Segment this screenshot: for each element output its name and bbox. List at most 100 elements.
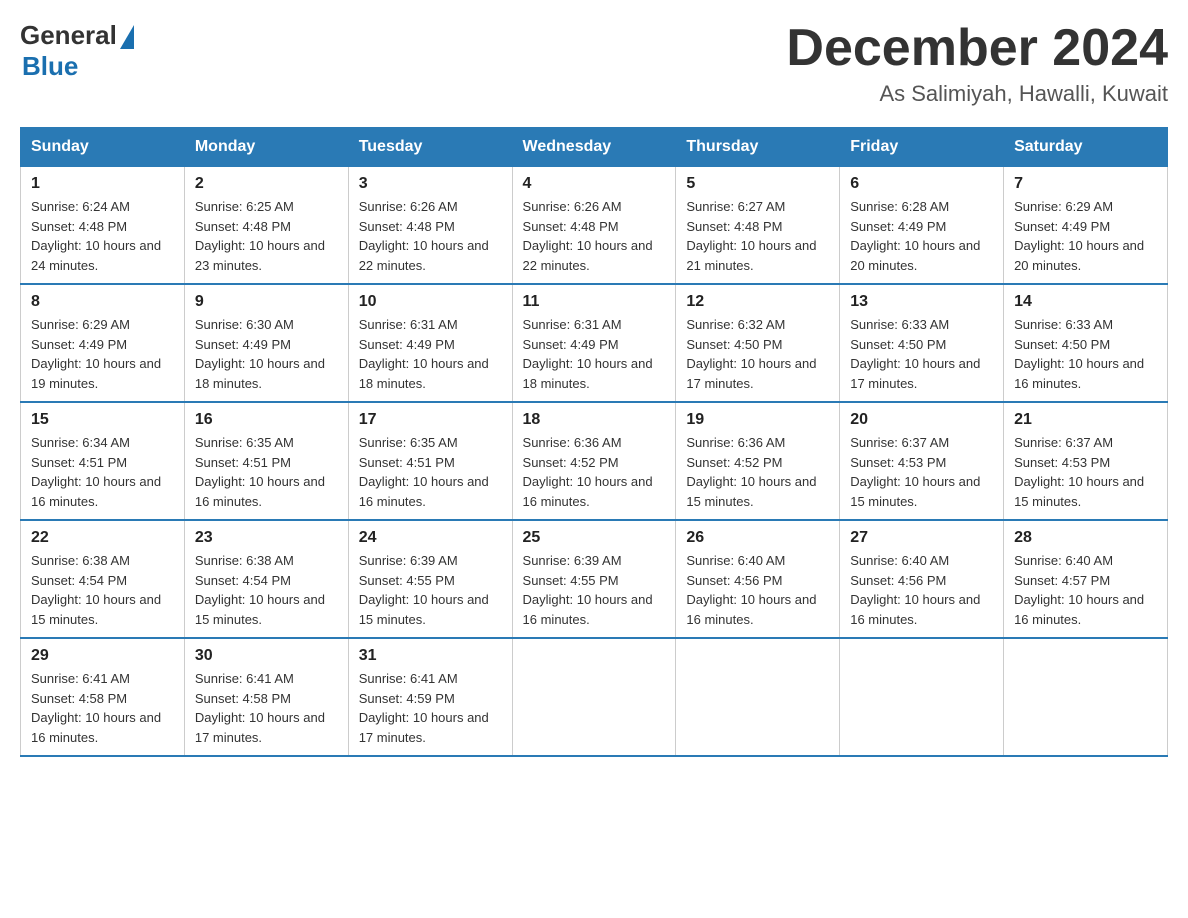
day-info: Sunrise: 6:36 AMSunset: 4:52 PMDaylight:… <box>686 433 829 511</box>
calendar-cell <box>676 638 840 756</box>
weekday-header-friday: Friday <box>840 128 1004 167</box>
day-info: Sunrise: 6:35 AMSunset: 4:51 PMDaylight:… <box>359 433 502 511</box>
day-number: 8 <box>31 293 174 311</box>
day-info: Sunrise: 6:38 AMSunset: 4:54 PMDaylight:… <box>31 551 174 629</box>
calendar-cell: 21 Sunrise: 6:37 AMSunset: 4:53 PMDayligh… <box>1004 402 1168 520</box>
day-number: 28 <box>1014 529 1157 547</box>
calendar-cell: 26 Sunrise: 6:40 AMSunset: 4:56 PMDayligh… <box>676 520 840 638</box>
day-number: 23 <box>195 529 338 547</box>
day-number: 31 <box>359 647 502 665</box>
day-number: 14 <box>1014 293 1157 311</box>
day-number: 1 <box>31 175 174 193</box>
day-info: Sunrise: 6:26 AMSunset: 4:48 PMDaylight:… <box>359 197 502 275</box>
day-info: Sunrise: 6:33 AMSunset: 4:50 PMDaylight:… <box>850 315 993 393</box>
calendar-body: 1 Sunrise: 6:24 AMSunset: 4:48 PMDaylight… <box>21 167 1168 757</box>
calendar-cell: 25 Sunrise: 6:39 AMSunset: 4:55 PMDayligh… <box>512 520 676 638</box>
day-number: 25 <box>523 529 666 547</box>
day-number: 19 <box>686 411 829 429</box>
day-number: 15 <box>31 411 174 429</box>
day-number: 11 <box>523 293 666 311</box>
logo: General Blue <box>20 20 134 82</box>
calendar-table: SundayMondayTuesdayWednesdayThursdayFrid… <box>20 127 1168 757</box>
calendar-cell: 28 Sunrise: 6:40 AMSunset: 4:57 PMDayligh… <box>1004 520 1168 638</box>
title-block: December 2024 As Salimiyah, Hawalli, Kuw… <box>786 20 1168 107</box>
day-number: 13 <box>850 293 993 311</box>
calendar-cell: 23Sunrise: 6:38 AMSunset: 4:54 PMDayligh… <box>184 520 348 638</box>
calendar-cell: 6 Sunrise: 6:28 AMSunset: 4:49 PMDaylight… <box>840 167 1004 285</box>
calendar-cell: 4 Sunrise: 6:26 AMSunset: 4:48 PMDaylight… <box>512 167 676 285</box>
logo-sub: General Blue <box>20 20 134 82</box>
day-info: Sunrise: 6:37 AMSunset: 4:53 PMDaylight:… <box>1014 433 1157 511</box>
calendar-cell: 15Sunrise: 6:34 AMSunset: 4:51 PMDayligh… <box>21 402 185 520</box>
day-info: Sunrise: 6:40 AMSunset: 4:56 PMDaylight:… <box>850 551 993 629</box>
day-info: Sunrise: 6:40 AMSunset: 4:56 PMDaylight:… <box>686 551 829 629</box>
day-number: 20 <box>850 411 993 429</box>
day-number: 12 <box>686 293 829 311</box>
day-info: Sunrise: 6:28 AMSunset: 4:49 PMDaylight:… <box>850 197 993 275</box>
logo-general-text: General <box>20 20 117 51</box>
day-number: 7 <box>1014 175 1157 193</box>
calendar-cell: 22 Sunrise: 6:38 AMSunset: 4:54 PMDayligh… <box>21 520 185 638</box>
day-number: 3 <box>359 175 502 193</box>
day-number: 29 <box>31 647 174 665</box>
calendar-cell: 2 Sunrise: 6:25 AMSunset: 4:48 PMDaylight… <box>184 167 348 285</box>
day-info: Sunrise: 6:27 AMSunset: 4:48 PMDaylight:… <box>686 197 829 275</box>
day-number: 6 <box>850 175 993 193</box>
calendar-cell: 1 Sunrise: 6:24 AMSunset: 4:48 PMDaylight… <box>21 167 185 285</box>
calendar-cell <box>512 638 676 756</box>
day-info: Sunrise: 6:29 AMSunset: 4:49 PMDaylight:… <box>1014 197 1157 275</box>
weekday-header-tuesday: Tuesday <box>348 128 512 167</box>
calendar-cell <box>1004 638 1168 756</box>
calendar-cell: 7 Sunrise: 6:29 AMSunset: 4:49 PMDaylight… <box>1004 167 1168 285</box>
day-number: 10 <box>359 293 502 311</box>
weekday-header-monday: Monday <box>184 128 348 167</box>
calendar-cell: 17 Sunrise: 6:35 AMSunset: 4:51 PMDayligh… <box>348 402 512 520</box>
calendar-cell: 29Sunrise: 6:41 AMSunset: 4:58 PMDayligh… <box>21 638 185 756</box>
calendar-cell: 5 Sunrise: 6:27 AMSunset: 4:48 PMDaylight… <box>676 167 840 285</box>
calendar-cell: 8Sunrise: 6:29 AMSunset: 4:49 PMDaylight… <box>21 284 185 402</box>
calendar-cell: 11Sunrise: 6:31 AMSunset: 4:49 PMDayligh… <box>512 284 676 402</box>
calendar-cell: 3 Sunrise: 6:26 AMSunset: 4:48 PMDaylight… <box>348 167 512 285</box>
day-info: Sunrise: 6:30 AMSunset: 4:49 PMDaylight:… <box>195 315 338 393</box>
weekday-header-thursday: Thursday <box>676 128 840 167</box>
day-number: 26 <box>686 529 829 547</box>
calendar-cell: 20 Sunrise: 6:37 AMSunset: 4:53 PMDayligh… <box>840 402 1004 520</box>
logo-row1: General <box>20 20 134 51</box>
day-number: 21 <box>1014 411 1157 429</box>
calendar-week-2: 8Sunrise: 6:29 AMSunset: 4:49 PMDaylight… <box>21 284 1168 402</box>
calendar-week-4: 22 Sunrise: 6:38 AMSunset: 4:54 PMDayligh… <box>21 520 1168 638</box>
day-number: 4 <box>523 175 666 193</box>
calendar-cell: 13 Sunrise: 6:33 AMSunset: 4:50 PMDayligh… <box>840 284 1004 402</box>
day-info: Sunrise: 6:31 AMSunset: 4:49 PMDaylight:… <box>359 315 502 393</box>
day-number: 17 <box>359 411 502 429</box>
day-info: Sunrise: 6:37 AMSunset: 4:53 PMDaylight:… <box>850 433 993 511</box>
calendar-cell <box>840 638 1004 756</box>
day-info: Sunrise: 6:33 AMSunset: 4:50 PMDaylight:… <box>1014 315 1157 393</box>
day-info: Sunrise: 6:41 AMSunset: 4:58 PMDaylight:… <box>195 669 338 747</box>
day-info: Sunrise: 6:39 AMSunset: 4:55 PMDaylight:… <box>523 551 666 629</box>
location-title: As Salimiyah, Hawalli, Kuwait <box>786 81 1168 107</box>
day-info: Sunrise: 6:25 AMSunset: 4:48 PMDaylight:… <box>195 197 338 275</box>
calendar-cell: 18Sunrise: 6:36 AMSunset: 4:52 PMDayligh… <box>512 402 676 520</box>
calendar-cell: 14 Sunrise: 6:33 AMSunset: 4:50 PMDayligh… <box>1004 284 1168 402</box>
day-number: 22 <box>31 529 174 547</box>
day-info: Sunrise: 6:24 AMSunset: 4:48 PMDaylight:… <box>31 197 174 275</box>
month-title: December 2024 <box>786 20 1168 77</box>
calendar-cell: 30 Sunrise: 6:41 AMSunset: 4:58 PMDayligh… <box>184 638 348 756</box>
day-info: Sunrise: 6:39 AMSunset: 4:55 PMDaylight:… <box>359 551 502 629</box>
day-number: 5 <box>686 175 829 193</box>
calendar-week-1: 1 Sunrise: 6:24 AMSunset: 4:48 PMDaylight… <box>21 167 1168 285</box>
calendar-cell: 10 Sunrise: 6:31 AMSunset: 4:49 PMDayligh… <box>348 284 512 402</box>
day-number: 30 <box>195 647 338 665</box>
calendar-cell: 19 Sunrise: 6:36 AMSunset: 4:52 PMDayligh… <box>676 402 840 520</box>
day-info: Sunrise: 6:40 AMSunset: 4:57 PMDaylight:… <box>1014 551 1157 629</box>
calendar-week-5: 29 Sunrise: 6:41 AMSunset: 4:58 PMDayligh… <box>21 638 1168 756</box>
logo-blue-text: Blue <box>22 51 78 82</box>
calendar-week-3: 15Sunrise: 6:34 AMSunset: 4:51 PMDayligh… <box>21 402 1168 520</box>
weekday-header-saturday: Saturday <box>1004 128 1168 167</box>
weekday-header-row: SundayMondayTuesdayWednesdayThursdayFrid… <box>21 128 1168 167</box>
day-info: Sunrise: 6:26 AMSunset: 4:48 PMDaylight:… <box>523 197 666 275</box>
day-number: 2 <box>195 175 338 193</box>
day-number: 27 <box>850 529 993 547</box>
calendar-cell: 24Sunrise: 6:39 AMSunset: 4:55 PMDayligh… <box>348 520 512 638</box>
